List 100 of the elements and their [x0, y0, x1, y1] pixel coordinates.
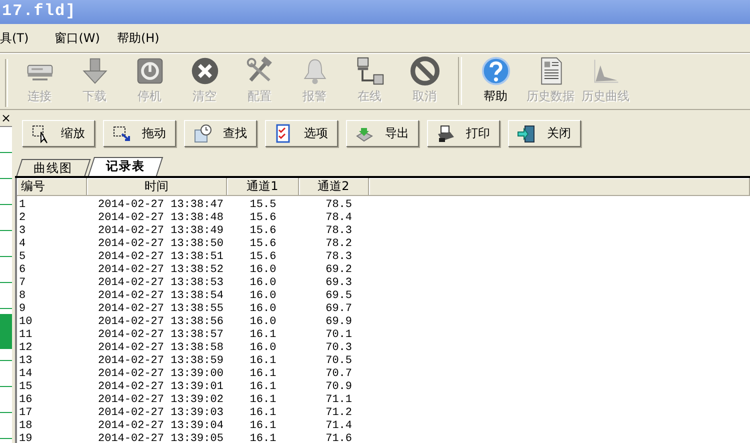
table-cell-text: 15.6 [248, 212, 278, 225]
table-cell-text: 12 [18, 342, 34, 355]
table-cell-text: 78.3 [324, 225, 353, 238]
table-cell-text: 7 [18, 277, 27, 290]
table-cell-text: 16.0 [248, 264, 278, 277]
toolbar-button[interactable]: 查找 [184, 120, 257, 147]
table-cell-text: 16.1 [248, 329, 278, 342]
table-cell-text: 2 [18, 212, 27, 225]
window-title: 17.fld] [2, 2, 76, 20]
table-cell-text: 2014-02-27 13:38:48 [97, 212, 224, 225]
table-cell-text: 2014-02-27 13:39:04 [97, 420, 224, 433]
table-cell-text: 2014-02-27 13:38:57 [97, 329, 224, 342]
table-cell-text: 16 [18, 394, 34, 407]
toolbar-button[interactable]: 帮助 [468, 53, 523, 109]
toolbar-button[interactable]: 关闭 [508, 120, 581, 147]
tab[interactable]: 记录表 [88, 157, 164, 176]
table-cell-text: 8 [18, 290, 27, 303]
table-cell-text: 70.5 [324, 355, 353, 368]
toolbar-button[interactable]: 打印 [427, 120, 500, 147]
table-cell-text: 16.1 [248, 394, 278, 407]
power-icon [134, 56, 164, 86]
table-cell-text: 2014-02-27 13:38:58 [97, 342, 224, 355]
table-cell-text: 2014-02-27 13:38:47 [97, 199, 224, 212]
column-header[interactable]: 时间 [87, 178, 227, 196]
table-cell-text: 6 [18, 264, 27, 277]
column-header[interactable]: 通道1 [227, 178, 299, 196]
table-cell-text: 15.6 [248, 251, 278, 264]
table-cell-text: 15.6 [248, 238, 278, 251]
table-cell-text: 2014-02-27 13:38:54 [97, 290, 224, 303]
table-cell-text: 16.1 [248, 433, 278, 443]
table-cell-text: 2014-02-27 13:38:53 [97, 277, 224, 290]
table-cell-text: 69.7 [324, 303, 353, 316]
table-cell-text: 2014-02-27 13:38:50 [97, 238, 224, 251]
table-cell-text: 78.4 [324, 212, 353, 225]
table-cell-text: 78.5 [324, 199, 353, 212]
table-cell-text: 15.5 [248, 199, 278, 212]
x-circle-icon [190, 56, 220, 86]
help-icon [480, 56, 510, 86]
table-cell-text: 4 [18, 238, 27, 251]
table-cell-text: 11 [18, 329, 34, 342]
table-cell-text: 70.7 [324, 368, 353, 381]
table-cell-text: 71.2 [324, 407, 353, 420]
table-cell-text: 3 [18, 225, 27, 238]
table-cell-text: 71.6 [324, 433, 353, 443]
table-cell-text: 10 [18, 316, 34, 329]
table-cell-text: 1 [18, 199, 27, 212]
table-cell-text: 78.2 [324, 238, 353, 251]
table-cell-text: 2014-02-27 13:38:49 [97, 225, 224, 238]
close-button[interactable]: × [0, 110, 12, 126]
drag-select-icon [112, 124, 132, 144]
menu-item[interactable]: 具(T) [0, 30, 55, 46]
toolbar-button[interactable]: 缩放 [22, 120, 95, 147]
table-cell-text: 69.2 [324, 264, 353, 277]
table-cell-text: 5 [18, 251, 27, 264]
table-cell-text: 71.4 [324, 420, 353, 433]
table-cell-text: 16.1 [248, 355, 278, 368]
table-cell-text: 18 [18, 420, 34, 433]
table-cell-text: 2014-02-27 13:38:51 [97, 251, 224, 264]
table-cell-text: 70.9 [324, 381, 353, 394]
calendar-clock-icon [193, 124, 213, 144]
table-cell-text: 9 [18, 303, 27, 316]
table-cell-text: 16.1 [248, 407, 278, 420]
column-header[interactable]: 通道2 [299, 178, 369, 196]
table-cell-text: 2014-02-27 13:38:56 [97, 316, 224, 329]
table-cell-text: 2014-02-27 13:39:02 [97, 394, 224, 407]
toolbar-button[interactable]: 导出 [346, 120, 419, 147]
table-cell-text: 70.1 [324, 329, 353, 342]
table-cell-text: 2014-02-27 13:38:55 [97, 303, 224, 316]
table-cell-text: 78.3 [324, 251, 353, 264]
tab[interactable]: 曲线图 [16, 159, 91, 176]
table-cell-text: 17 [18, 407, 34, 420]
toolbar-button[interactable]: 选项 [265, 120, 338, 147]
computer-network-icon [354, 56, 384, 86]
printer-icon [436, 124, 456, 144]
table-cell-text: 69.9 [324, 316, 353, 329]
table-cell-text: 2014-02-27 13:38:59 [97, 355, 224, 368]
table-cell-text: 16.0 [248, 277, 278, 290]
table-cell-text: 71.1 [324, 394, 353, 407]
table-cell-text: 16.0 [248, 342, 278, 355]
table-cell-text: 69.3 [324, 277, 353, 290]
table-cell-text: 2014-02-27 13:39:00 [97, 368, 224, 381]
column-header[interactable]: 编号 [17, 178, 87, 196]
table-cell-text: 16.1 [248, 420, 278, 433]
table-cell-text: 15.6 [248, 225, 278, 238]
table-cell-text: 15 [18, 381, 34, 394]
table-cell-text: 2014-02-27 13:38:52 [97, 264, 224, 277]
table-cell-text: 16.0 [248, 303, 278, 316]
table-cell-text: 2014-02-27 13:39:05 [97, 433, 224, 443]
table-cell-text: 2014-02-27 13:39:03 [97, 407, 224, 420]
menu-item[interactable]: 帮助(H) [116, 30, 176, 46]
toolbar-button[interactable]: 拖动 [103, 120, 176, 147]
menu-item[interactable]: 窗口(W) [54, 30, 117, 46]
table-cell-text: 69.5 [324, 290, 353, 303]
table-cell-text: 16.1 [248, 381, 278, 394]
table-cell-text: 16.0 [248, 290, 278, 303]
table-cell-text: 70.3 [324, 342, 353, 355]
table-cell-text: 13 [18, 355, 34, 368]
exit-door-icon [517, 124, 537, 144]
table-cell-text: 16.1 [248, 368, 278, 381]
table-cell-text: 16.0 [248, 316, 278, 329]
